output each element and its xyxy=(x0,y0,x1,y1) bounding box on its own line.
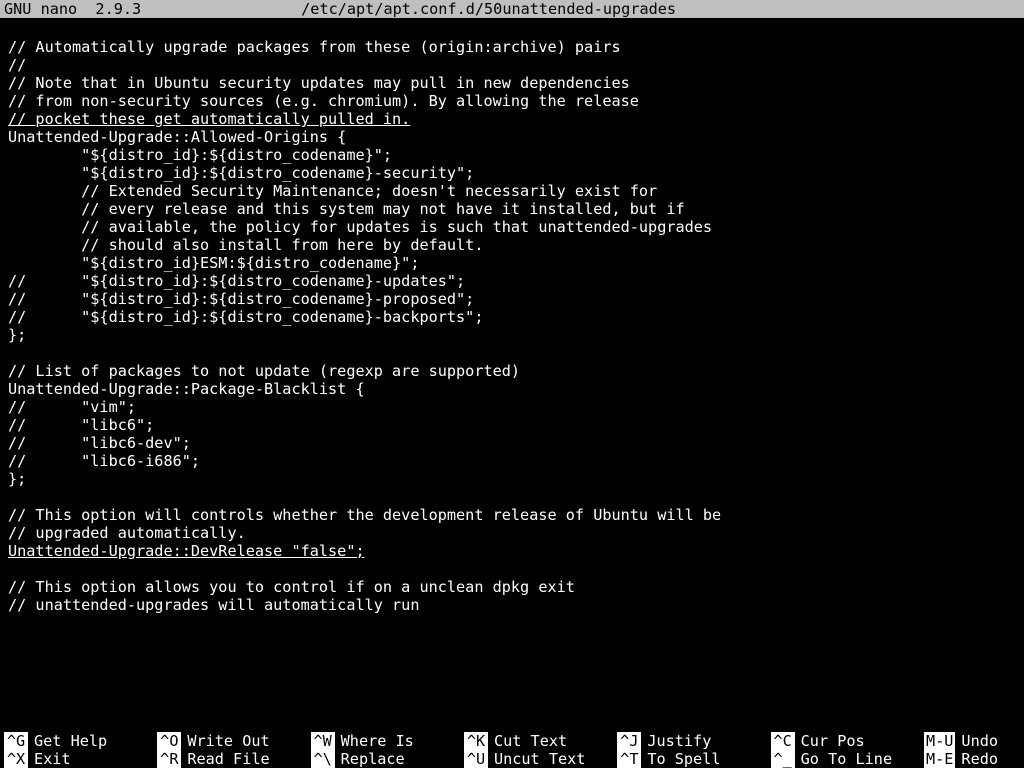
shortcut-item[interactable]: ^T To Spell xyxy=(617,750,764,768)
editor-line: // "libc6-i686"; xyxy=(8,452,200,470)
editor-line: // every release and this system may not… xyxy=(8,200,685,218)
shortcut-item[interactable]: ^O Write Out xyxy=(157,732,304,750)
shortcut-label: Redo xyxy=(961,750,998,768)
shortcut-key: ^X xyxy=(4,750,28,768)
editor-line: // Automatically upgrade packages from t… xyxy=(8,38,621,56)
editor-line: // from non-security sources (e.g. chrom… xyxy=(8,92,639,110)
shortcut-item[interactable]: ^X Exit xyxy=(4,750,151,768)
shortcut-key: ^\ xyxy=(311,750,335,768)
editor-line: // upgraded automatically. xyxy=(8,524,246,542)
editor-line: // "${distro_id}:${distro_codename}-upda… xyxy=(8,272,465,290)
shortcut-key: ^G xyxy=(4,732,28,750)
shortcut-key: ^T xyxy=(617,750,641,768)
editor-line: // "libc6-dev"; xyxy=(8,434,191,452)
file-path: /etc/apt/apt.conf.d/50unattended-upgrade… xyxy=(301,0,676,18)
editor-line: // unattended-upgrades will automaticall… xyxy=(8,596,419,614)
editor-line: // available, the policy for updates is … xyxy=(8,218,712,236)
editor-line: // "libc6"; xyxy=(8,416,154,434)
shortcut-key: ^W xyxy=(311,732,335,750)
editor-content[interactable]: // Automatically upgrade packages from t… xyxy=(0,18,1024,732)
shortcut-bar: ^G Get Help ^O Write Out ^W Where Is ^K Cut Tex… xyxy=(0,732,1024,768)
shortcut-label: Uncut Text xyxy=(494,750,585,768)
shortcut-label: Justify xyxy=(647,732,711,750)
shortcut-label: Get Help xyxy=(34,732,107,750)
shortcut-label: Undo xyxy=(961,732,998,750)
editor-line: // should also install from here by defa… xyxy=(8,236,483,254)
shortcut-key: ^U xyxy=(464,750,488,768)
editor-line: // "${distro_id}:${distro_codename}-prop… xyxy=(8,290,474,308)
editor-line: // This option allows you to control if … xyxy=(8,578,575,596)
shortcut-key: M-U xyxy=(924,732,955,750)
shortcut-label: Go To Line xyxy=(801,750,892,768)
shortcut-item[interactable]: M-U Undo xyxy=(924,732,1020,750)
shortcut-label: Cur Pos xyxy=(801,732,865,750)
editor-line: // This option will controls whether the… xyxy=(8,506,721,524)
editor-line: // "${distro_id}:${distro_codename}-back… xyxy=(8,308,483,326)
shortcut-key: M-E xyxy=(924,750,955,768)
editor-line: "${distro_id}:${distro_codename}-securit… xyxy=(8,164,474,182)
editor-line: "${distro_id}ESM:${distro_codename}"; xyxy=(8,254,419,272)
shortcut-key: ^O xyxy=(157,732,181,750)
shortcut-label: Exit xyxy=(34,750,71,768)
shortcut-item[interactable]: ^_ Go To Line xyxy=(771,750,918,768)
shortcut-label: Where Is xyxy=(341,732,414,750)
shortcut-item[interactable]: M-E Redo xyxy=(924,750,1020,768)
shortcut-item[interactable]: ^K Cut Text xyxy=(464,732,611,750)
shortcut-label: Write Out xyxy=(187,732,269,750)
shortcut-item[interactable]: ^C Cur Pos xyxy=(771,732,918,750)
shortcut-item[interactable]: ^R Read File xyxy=(157,750,304,768)
shortcut-key: ^J xyxy=(617,732,641,750)
shortcut-item[interactable]: ^W Where Is xyxy=(311,732,458,750)
editor-line: Unattended-Upgrade::Package-Blacklist { xyxy=(8,380,365,398)
shortcut-label: Read File xyxy=(187,750,269,768)
editor-line: // List of packages to not update (regex… xyxy=(8,362,520,380)
shortcut-item[interactable]: ^J Justify xyxy=(617,732,764,750)
shortcut-item[interactable]: ^U Uncut Text xyxy=(464,750,611,768)
editor-line: // pocket these get automatically pulled… xyxy=(8,110,410,128)
shortcut-key: ^_ xyxy=(771,750,795,768)
shortcut-key: ^C xyxy=(771,732,795,750)
shortcut-label: Replace xyxy=(341,750,405,768)
shortcut-label: Cut Text xyxy=(494,732,567,750)
shortcut-item[interactable]: ^G Get Help xyxy=(4,732,151,750)
title-bar: GNU nano 2.9.3 /etc/apt/apt.conf.d/50una… xyxy=(0,0,1024,18)
editor-line: // "vim"; xyxy=(8,398,136,416)
shortcut-label: To Spell xyxy=(647,750,720,768)
shortcut-key: ^K xyxy=(464,732,488,750)
app-name: GNU nano 2.9.3 xyxy=(0,0,141,18)
editor-line: // xyxy=(8,56,26,74)
shortcut-key: ^R xyxy=(157,750,181,768)
editor-line: }; xyxy=(8,470,26,488)
editor-line: Unattended-Upgrade::DevRelease "false"; xyxy=(8,542,365,560)
editor-line: // Extended Security Maintenance; doesn'… xyxy=(8,182,657,200)
editor-line: // Note that in Ubuntu security updates … xyxy=(8,74,630,92)
shortcut-item[interactable]: ^\ Replace xyxy=(311,750,458,768)
editor-line: Unattended-Upgrade::Allowed-Origins { xyxy=(8,128,346,146)
editor-line: }; xyxy=(8,326,26,344)
editor-line: "${distro_id}:${distro_codename}"; xyxy=(8,146,392,164)
